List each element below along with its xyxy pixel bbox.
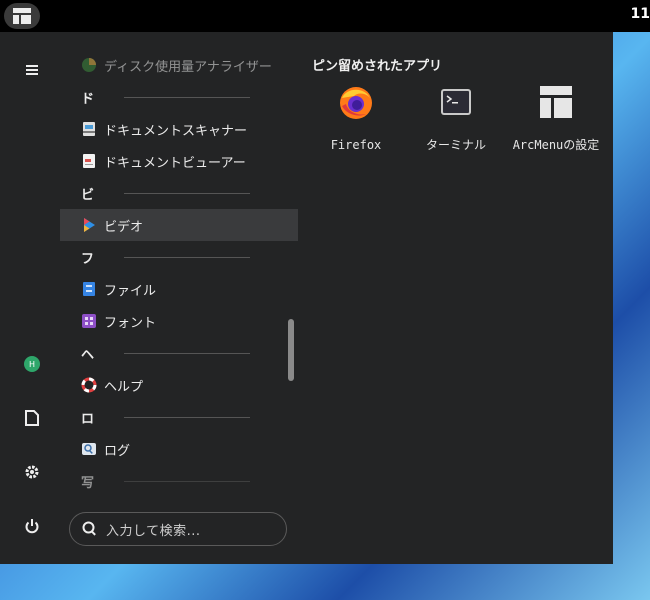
list-item-document-viewer[interactable]: ドキュメントビューアー <box>60 145 298 177</box>
list-item-files[interactable]: ファイル <box>60 273 298 305</box>
list-item-label: ログ <box>104 443 131 459</box>
search-input[interactable]: 入力して検索... <box>69 512 287 546</box>
video-icon <box>84 218 95 232</box>
pinned-apps-title: ピン留めされたアプリ <box>312 59 443 74</box>
fonts-icon <box>82 314 96 328</box>
section-header: 写 <box>60 465 298 494</box>
section-letter: ド <box>81 91 95 107</box>
help-icon <box>81 377 97 393</box>
terminal-icon <box>441 89 471 115</box>
document-scanner-icon <box>83 122 95 136</box>
list-item-help[interactable]: ヘルプ <box>60 369 298 401</box>
user-avatar[interactable]: H <box>16 348 48 380</box>
section-header: ヘ <box>60 337 298 369</box>
list-item-video[interactable]: ビデオ <box>60 209 298 241</box>
divider <box>124 193 250 194</box>
arcmenu-panel: H ディスク使用量アナライザー ド ドキュメントスキャナー ドキュメントビューア… <box>0 32 613 564</box>
pinned-app-terminal[interactable]: ターミナル <box>411 84 501 154</box>
clock[interactable]: 11 <box>631 6 650 22</box>
top-bar: 11 <box>0 0 650 32</box>
files-icon <box>83 282 95 296</box>
divider <box>124 481 250 482</box>
list-item-document-scanner[interactable]: ドキュメントスキャナー <box>60 113 298 145</box>
document-viewer-icon <box>83 154 95 168</box>
list-item-label: ドキュメントビューアー <box>104 155 246 171</box>
pinned-app-label: ターミナル <box>425 138 486 152</box>
section-header: ド <box>60 81 298 113</box>
list-item-label: ビデオ <box>104 219 144 235</box>
pinned-app-label: Firefox <box>330 138 382 152</box>
app-list[interactable]: ディスク使用量アナライザー ド ドキュメントスキャナー ドキュメントビューアー … <box>60 32 298 494</box>
list-item-disk-usage[interactable]: ディスク使用量アナライザー <box>60 49 298 81</box>
divider <box>124 257 250 258</box>
disk-usage-icon <box>82 58 96 72</box>
list-item-label: ファイル <box>104 283 157 299</box>
list-item-label: フォント <box>104 315 157 331</box>
power-icon[interactable] <box>16 510 48 542</box>
app-list-scrollbar[interactable] <box>288 319 294 381</box>
hamburger-icon[interactable] <box>16 54 48 86</box>
list-item-fonts[interactable]: フォント <box>60 305 298 337</box>
section-letter: 写 <box>81 475 95 491</box>
pinned-app-label: ArcMenuの設定 <box>512 138 600 152</box>
list-item-label: ディスク使用量アナライザー <box>104 59 272 75</box>
search-icon <box>82 521 96 536</box>
list-item-label: ヘルプ <box>104 379 144 395</box>
section-letter: フ <box>81 251 95 267</box>
section-header: フ <box>60 241 298 273</box>
documents-icon[interactable] <box>16 402 48 434</box>
section-header: ロ <box>60 401 298 433</box>
settings-icon[interactable] <box>16 456 48 488</box>
firefox-icon <box>340 87 372 119</box>
section-letter: ヘ <box>81 347 95 363</box>
search-placeholder: 入力して検索... <box>106 523 201 539</box>
arcmenu-button[interactable] <box>4 3 40 29</box>
avatar-initial: H <box>29 360 35 369</box>
divider <box>124 417 250 418</box>
arcmenu-settings-icon <box>540 86 572 118</box>
list-item-label: ドキュメントスキャナー <box>104 123 248 139</box>
logs-icon <box>82 443 96 455</box>
pinned-app-firefox[interactable]: Firefox <box>311 84 401 154</box>
arcmenu-icon <box>13 8 31 24</box>
pinned-app-arcmenu-settings[interactable]: ArcMenuの設定 <box>511 84 601 154</box>
divider <box>124 97 250 98</box>
divider <box>124 353 250 354</box>
section-letter: ビ <box>81 187 95 203</box>
section-header: ビ <box>60 177 298 209</box>
section-letter: ロ <box>81 411 95 427</box>
list-item-logs[interactable]: ログ <box>60 433 298 465</box>
